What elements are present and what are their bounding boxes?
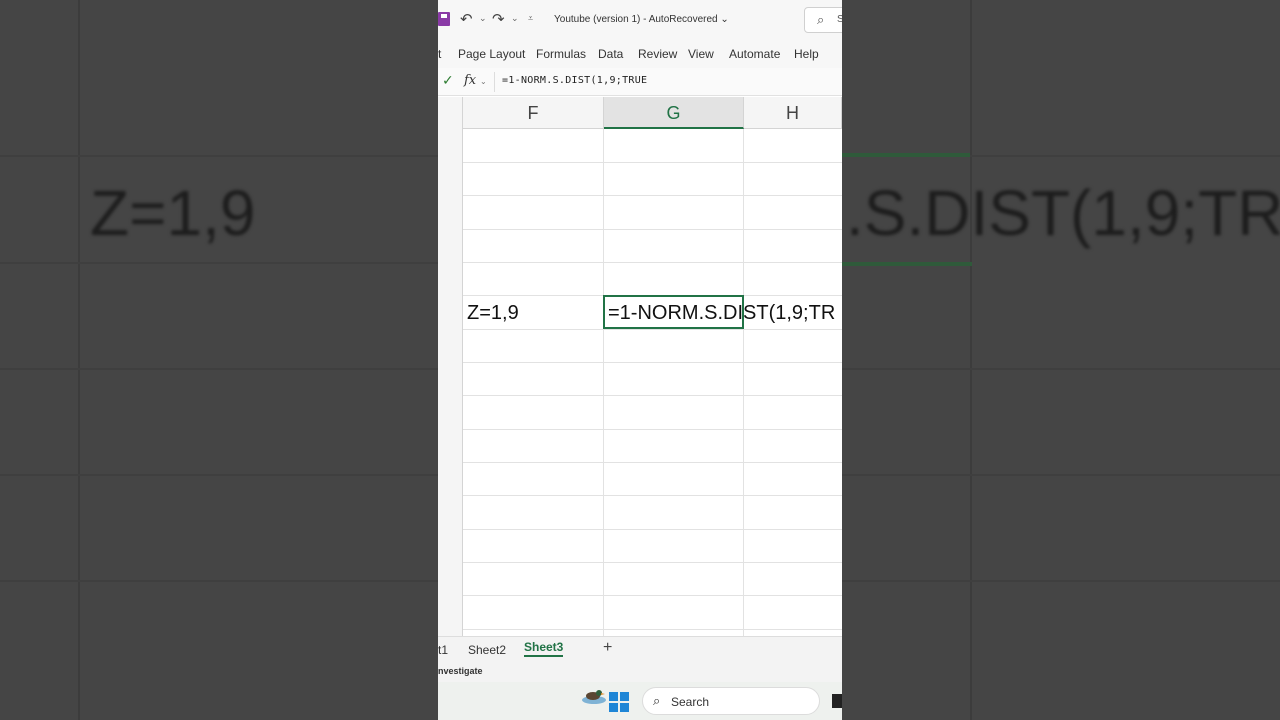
bg-gridline xyxy=(0,155,438,157)
bg-gridline xyxy=(0,368,438,370)
formula-input[interactable]: =1-NORM.S.DIST(1,9;TRUE xyxy=(502,75,647,86)
document-title[interactable]: Youtube (version 1) - AutoRecovered ⌄ xyxy=(554,14,729,25)
background-left: Z=1,9 xyxy=(0,0,438,720)
check-icon[interactable]: ✓ xyxy=(442,72,454,89)
search-box[interactable]: ⌕ S xyxy=(804,7,842,33)
bg-zoomed-formula: .S.DIST(1,9;TR xyxy=(846,177,1280,249)
sheet-tab-sheet3[interactable]: Sheet3 xyxy=(524,640,564,657)
undo-icon[interactable]: ↶ xyxy=(460,10,473,28)
sheet-tab-bar: t1 Sheet2 Sheet3 + xyxy=(438,636,842,662)
bg-selection-edge xyxy=(842,153,970,157)
cell-grid[interactable] xyxy=(463,129,842,637)
taskbar-search-label: Search xyxy=(671,695,710,709)
gridline xyxy=(463,395,842,396)
gridline xyxy=(603,129,604,637)
tab-page-layout[interactable]: Page Layout xyxy=(458,47,525,61)
sheet-tab-sheet1[interactable]: t1 xyxy=(438,643,448,657)
taskbar-app-icon[interactable] xyxy=(832,694,842,708)
gridline xyxy=(463,495,842,496)
gridline xyxy=(463,595,842,596)
chevron-down-icon[interactable]: ⌄ xyxy=(480,77,487,86)
search-placeholder: S xyxy=(837,14,842,25)
gridline xyxy=(463,529,842,530)
cell-f-z-label[interactable]: Z=1,9 xyxy=(467,302,519,325)
bird-widget-icon[interactable] xyxy=(578,686,610,706)
gridline xyxy=(463,329,842,330)
tab-view[interactable]: View xyxy=(688,47,714,61)
gridline xyxy=(463,262,842,263)
tab-help[interactable]: Help xyxy=(794,47,819,61)
formula-bar: ✓ fx ⌄ =1-NORM.S.DIST(1,9;TRUE xyxy=(438,68,842,96)
status-investigate[interactable]: nvestigate xyxy=(438,666,483,676)
tab-automate[interactable]: Automate xyxy=(729,47,780,61)
tab-formulas[interactable]: Formulas xyxy=(536,47,586,61)
column-header-h[interactable]: H xyxy=(744,97,842,129)
sheet-tab-sheet2[interactable]: Sheet2 xyxy=(468,643,506,657)
gridline xyxy=(463,162,842,163)
status-bar: nvestigate xyxy=(438,662,842,682)
redo-icon[interactable]: ↷ xyxy=(492,10,505,28)
gridline xyxy=(463,362,842,363)
bg-zoomed-label: Z=1,9 xyxy=(90,177,256,249)
gridline xyxy=(463,195,842,196)
bg-gridline xyxy=(842,368,1280,370)
gridline xyxy=(463,429,842,430)
chevron-down-icon[interactable]: ⌄ xyxy=(511,13,519,24)
gridline xyxy=(463,629,842,630)
bg-selection-edge xyxy=(842,262,972,266)
windows-start-icon[interactable] xyxy=(609,692,629,712)
gridline xyxy=(463,562,842,563)
bg-gridline xyxy=(842,474,1280,476)
title-bar: ↶ ⌄ ↷ ⌄ ⩡ Youtube (version 1) - AutoReco… xyxy=(438,0,842,40)
gridline xyxy=(463,462,842,463)
formula-bar-divider xyxy=(494,72,495,92)
bg-gridline xyxy=(0,262,438,264)
gridline xyxy=(743,129,744,637)
column-header-f[interactable]: F xyxy=(463,97,604,129)
bg-gridline xyxy=(842,580,1280,582)
chevron-down-icon[interactable]: ⌄ xyxy=(479,13,487,24)
row-headers[interactable] xyxy=(438,97,463,637)
bg-gridline xyxy=(0,580,438,582)
column-header-g[interactable]: G xyxy=(604,97,744,129)
taskbar-search[interactable]: ⌕ Search xyxy=(642,687,820,715)
customize-quick-access-icon[interactable]: ⩡ xyxy=(528,13,533,24)
search-icon: ⌕ xyxy=(653,693,661,708)
search-icon: ⌕ xyxy=(817,12,825,27)
ribbon-tabs: t Page Layout Formulas Data Review View … xyxy=(438,40,842,68)
bg-gridline xyxy=(78,0,80,720)
active-cell-formula[interactable]: =1-NORM.S.DIST(1,9;TR xyxy=(608,302,835,325)
bg-gridline xyxy=(970,0,972,720)
insert-function-icon[interactable]: fx xyxy=(464,73,476,88)
tab-data[interactable]: Data xyxy=(598,47,623,61)
tab-insert[interactable]: t xyxy=(438,47,441,61)
save-icon[interactable] xyxy=(438,12,450,26)
gridline xyxy=(463,229,842,230)
add-sheet-icon[interactable]: + xyxy=(603,639,612,657)
tab-review[interactable]: Review xyxy=(638,47,677,61)
windows-taskbar: ⌕ Search xyxy=(438,682,842,720)
bg-gridline xyxy=(0,474,438,476)
background-right: .S.DIST(1,9;TR xyxy=(842,0,1280,720)
excel-window: ↶ ⌄ ↷ ⌄ ⩡ Youtube (version 1) - AutoReco… xyxy=(438,0,842,720)
